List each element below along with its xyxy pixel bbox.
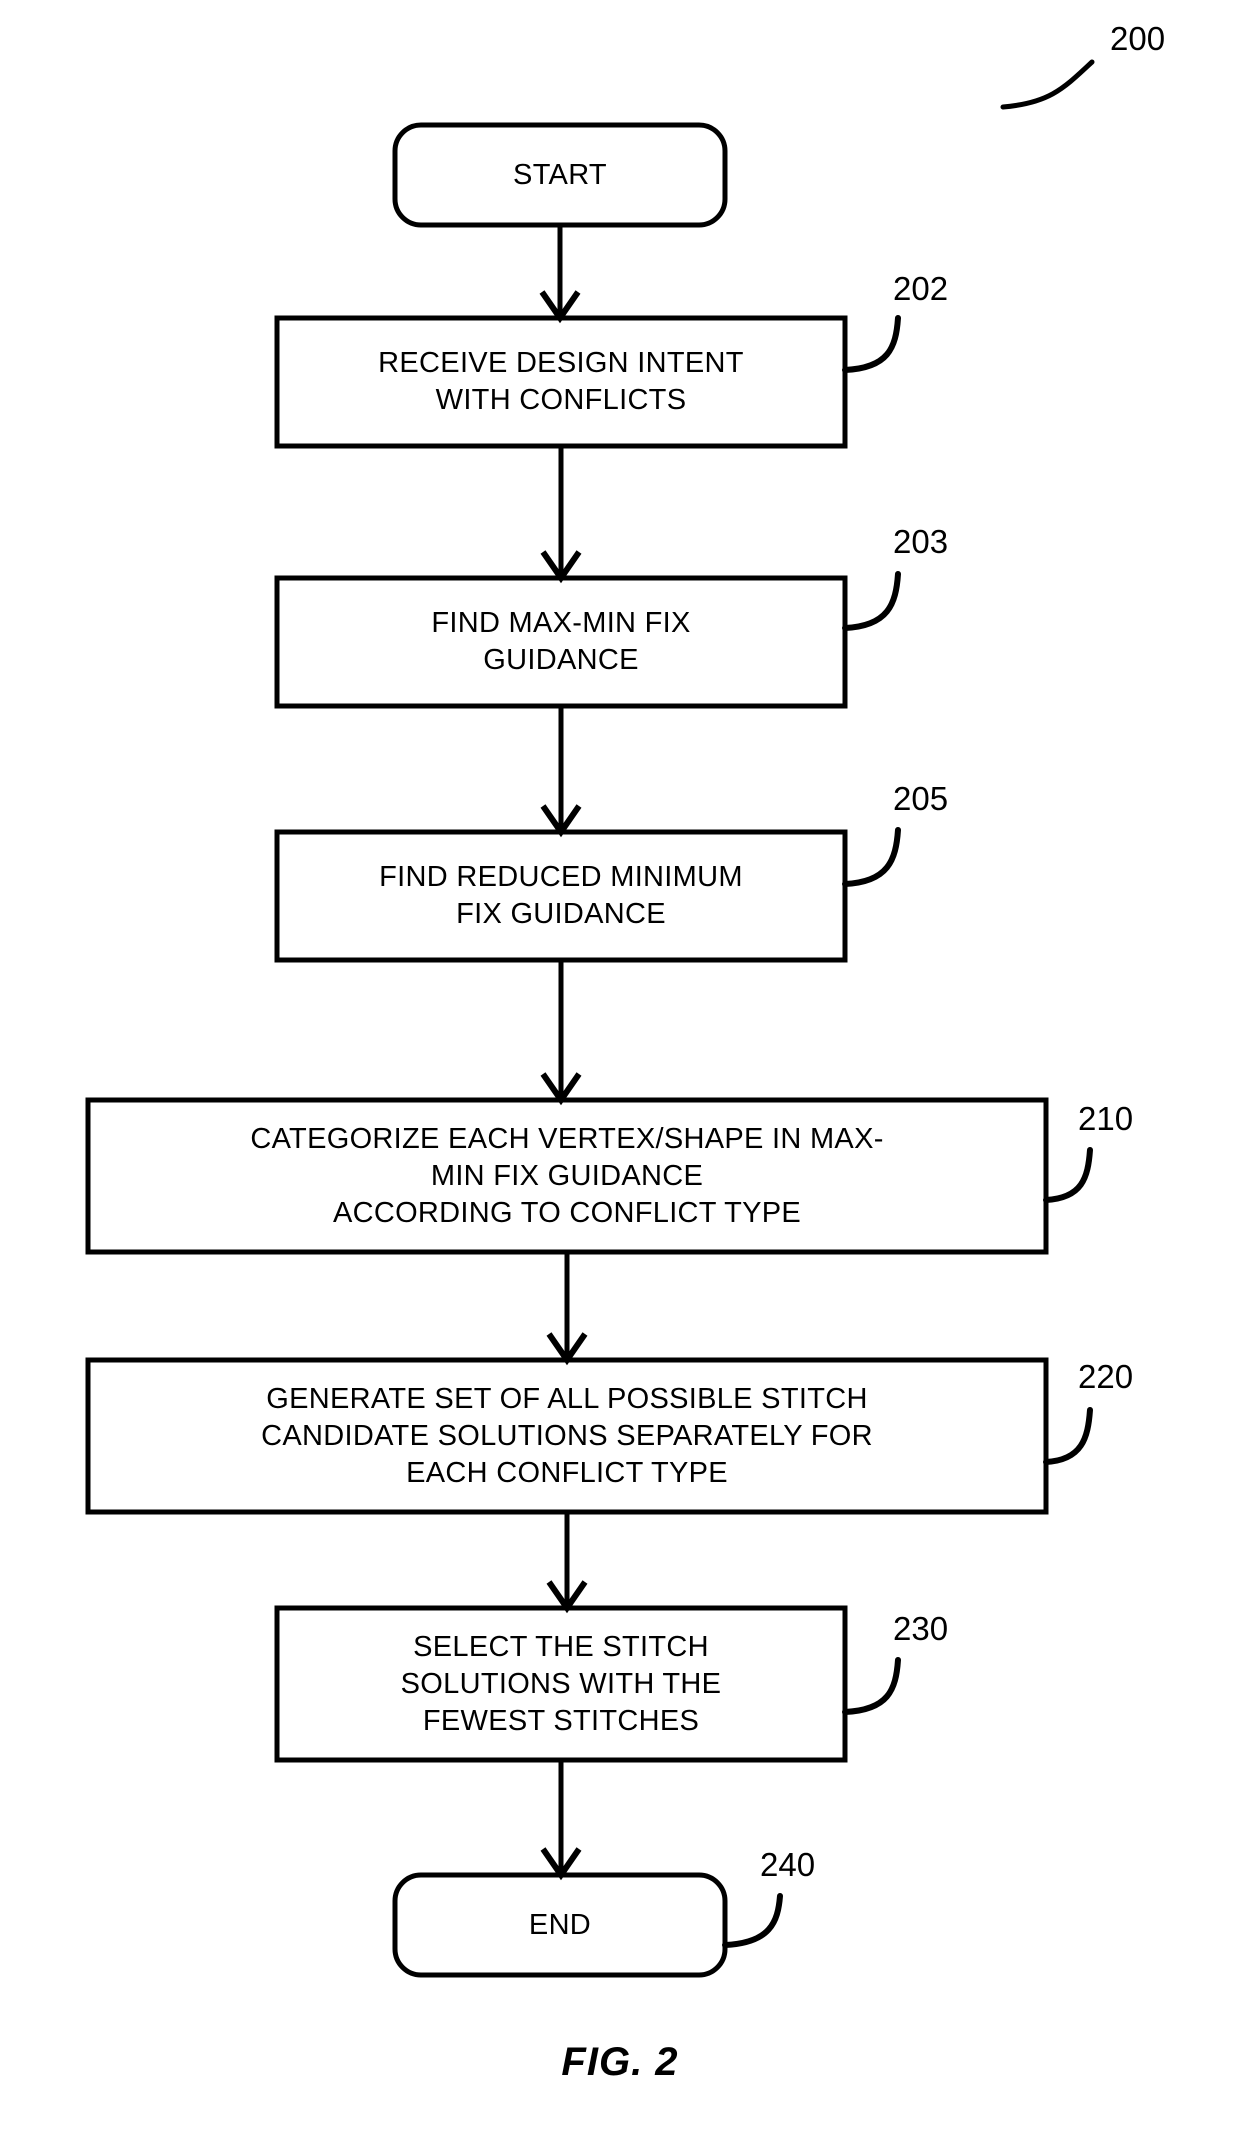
connector-230-to-end <box>540 1760 582 1881</box>
flowchart-canvas <box>85 59 1095 1978</box>
connector-220-to-230 <box>546 1512 588 1614</box>
connector-210-to-220 <box>546 1252 588 1366</box>
leader-line-200 <box>1000 59 1095 110</box>
patent-figure: START RECEIVE DESIGN INTENT WITH CONFLICTS… <box>0 0 1240 2137</box>
leader-line-205 <box>842 827 901 887</box>
ref-label-220: 220 <box>1078 1358 1134 1395</box>
ref-label-200: 200 <box>1110 20 1166 57</box>
process-receive-design-intent-shape <box>274 315 848 449</box>
ref-label-230: 230 <box>893 1610 949 1647</box>
ref-label-210: 210 <box>1078 1100 1134 1137</box>
process-find-max-min-fix-guidance-shape <box>274 575 848 709</box>
start-terminator-shape <box>392 122 728 228</box>
process-select-fewest-stitches-shape <box>274 1605 848 1763</box>
connector-203-to-205 <box>540 706 582 838</box>
ref-label-205: 205 <box>893 780 949 817</box>
connector-start-to-202 <box>539 225 581 324</box>
process-categorize-vertex-shape-shape <box>85 1097 1049 1255</box>
ref-label-240: 240 <box>760 1846 816 1883</box>
leader-line-240 <box>722 1893 783 1948</box>
figure-caption: FIG. 2 <box>561 2040 679 2084</box>
leader-line-220 <box>1043 1407 1093 1465</box>
ref-label-202: 202 <box>893 270 949 307</box>
leader-line-230 <box>842 1657 901 1715</box>
connector-205-to-210 <box>540 960 582 1106</box>
leader-line-203 <box>842 571 901 631</box>
process-generate-stitch-candidates-shape <box>85 1357 1049 1515</box>
leader-line-202 <box>842 315 901 373</box>
leader-line-210 <box>1043 1147 1093 1203</box>
end-terminator-shape <box>392 1872 728 1978</box>
process-find-reduced-minimum-fix-guidance-shape <box>274 829 848 963</box>
node-shapes-layer <box>85 122 1049 1978</box>
ref-label-203: 203 <box>893 523 949 560</box>
connector-202-to-203 <box>540 446 582 584</box>
